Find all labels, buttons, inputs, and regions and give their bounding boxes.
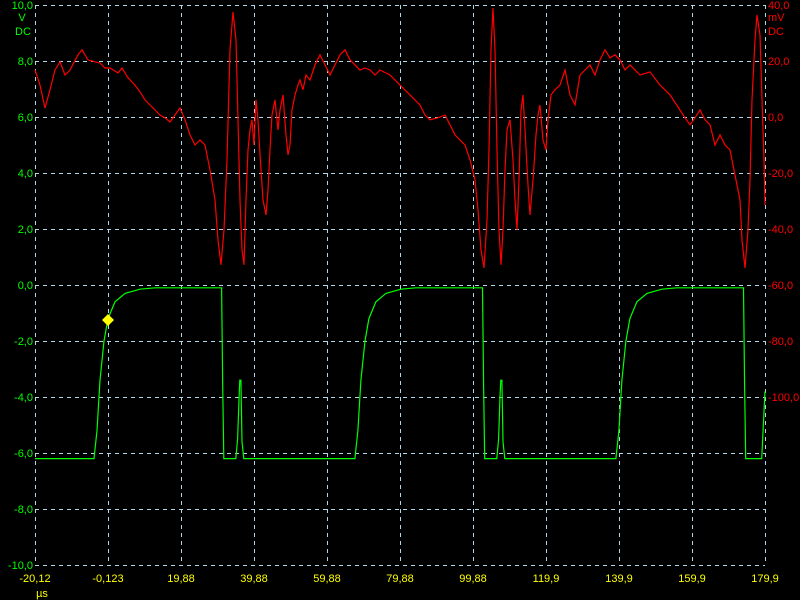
right-axis-unit: mV (768, 12, 785, 24)
x-tick-label: -20,12 (19, 573, 50, 585)
right-tick-label: -60,0 (768, 280, 793, 292)
oscilloscope-chart: 10,0 8,0 6,0 4,0 2,0 0,0 -2,0 -4,0 -6,0 -8,0 -10,0… (0, 0, 800, 600)
right-tick-label: -80,0 (768, 336, 793, 348)
left-tick-label: -8,0 (14, 504, 33, 516)
x-tick-label: 179,9 (751, 573, 779, 585)
x-tick-label: 99,88 (459, 573, 487, 585)
right-tick-label: -100,0 (768, 392, 799, 404)
right-axis-coupling: DC (768, 26, 784, 38)
left-tick-label: 10,0 (12, 0, 33, 12)
x-tick-label: 39,88 (240, 573, 268, 585)
x-tick-label: 79,88 (386, 573, 414, 585)
left-tick-label: -10,0 (8, 560, 33, 572)
right-tick-label: -40,0 (768, 224, 793, 236)
x-tick-label: 19,88 (167, 573, 195, 585)
left-tick-label: 4,0 (18, 168, 33, 180)
right-tick-label: 20,0 (768, 56, 789, 68)
x-tick-label: 119,9 (533, 573, 560, 585)
left-tick-label: -6,0 (14, 448, 33, 460)
left-tick-label: -4,0 (14, 392, 33, 404)
left-tick-label: 0,0 (18, 280, 33, 292)
left-tick-label: 8,0 (18, 56, 33, 68)
right-tick-label: -20,0 (768, 168, 793, 180)
x-tick-label: 139,9 (605, 573, 633, 585)
x-tick-label: -0,123 (92, 573, 123, 585)
left-axis-unit: V (18, 12, 26, 24)
left-tick-label: 2,0 (18, 224, 33, 236)
left-tick-label: 6,0 (18, 112, 33, 124)
left-axis-coupling: DC (15, 26, 31, 38)
left-tick-label: -2,0 (14, 336, 33, 348)
right-tick-label: 40,0 (768, 0, 789, 12)
x-axis-unit: µs (36, 588, 48, 600)
right-tick-label: 0,0 (768, 112, 783, 124)
x-tick-label: 159,9 (678, 573, 706, 585)
x-tick-label: 59,88 (313, 573, 341, 585)
